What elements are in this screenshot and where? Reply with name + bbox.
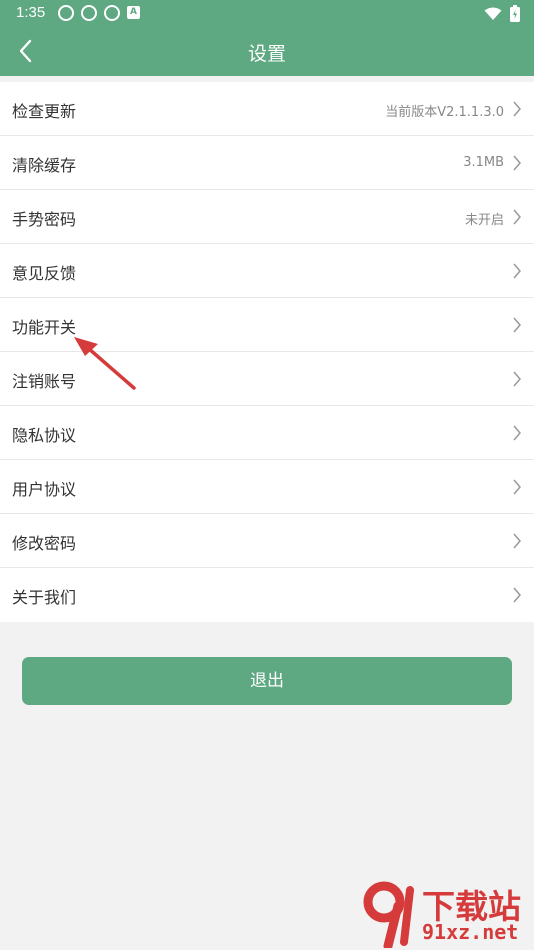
logout-button[interactable]: 退出 [22,657,512,705]
annotation-arrow-icon [74,337,136,390]
battery-icon [510,5,520,22]
chevron-right-icon [513,155,521,171]
notification-icon [104,5,120,21]
app-bar: 设置 [0,26,534,76]
wifi-icon [484,7,502,20]
notification-icons: A [58,5,140,21]
watermark: 下载站 91xz.net [360,880,530,948]
chevron-right-icon [513,425,521,441]
settings-item-feedback[interactable]: 意见反馈 [0,244,534,298]
chevron-right-icon [513,317,521,333]
settings-item-privacy-policy[interactable]: 隐私协议 [0,406,534,460]
chevron-right-icon [513,479,521,495]
settings-item-label: 注销账号 [12,372,77,391]
chevron-right-icon [513,533,521,549]
settings-item-label: 关于我们 [12,588,77,607]
chevron-right-icon [513,371,521,387]
settings-item-label: 检查更新 [12,102,77,121]
status-bar: 1:35 A [0,0,534,26]
watermark-domain: 91xz.net [422,920,519,944]
settings-item-value: 当前版本V2.1.1.3.0 [385,105,504,120]
settings-item-label: 隐私协议 [12,426,77,445]
settings-item-label: 意见反馈 [12,264,77,283]
settings-item-value: 未开启 [464,213,504,228]
settings-item-change-password[interactable]: 修改密码 [0,514,534,568]
settings-item-gesture-password[interactable]: 手势密码 未开启 [0,190,534,244]
chevron-right-icon [513,263,521,279]
notification-icon [58,5,74,21]
page-title: 设置 [247,43,286,65]
system-icons [484,5,520,22]
settings-item-label: 清除缓存 [12,156,77,175]
chevron-right-icon [513,101,521,117]
settings-item-check-update[interactable]: 检查更新 当前版本V2.1.1.3.0 [0,82,534,136]
settings-item-label: 手势密码 [12,210,77,229]
chevron-right-icon [513,587,521,603]
settings-item-label: 功能开关 [12,318,77,337]
a-notification-icon: A [127,6,140,19]
settings-item-label: 修改密码 [12,534,77,553]
notification-icon [81,5,97,21]
watermark-logo-icon [363,881,414,948]
settings-item-label: 用户协议 [12,480,77,499]
status-time: 1:35 [16,4,46,21]
settings-item-value: 3.1MB [463,155,504,170]
settings-item-clear-cache[interactable]: 清除缓存 3.1MB [0,136,534,190]
settings-item-user-agreement[interactable]: 用户协议 [0,460,534,514]
chevron-right-icon [513,209,521,225]
settings-item-about-us[interactable]: 关于我们 [0,568,534,622]
